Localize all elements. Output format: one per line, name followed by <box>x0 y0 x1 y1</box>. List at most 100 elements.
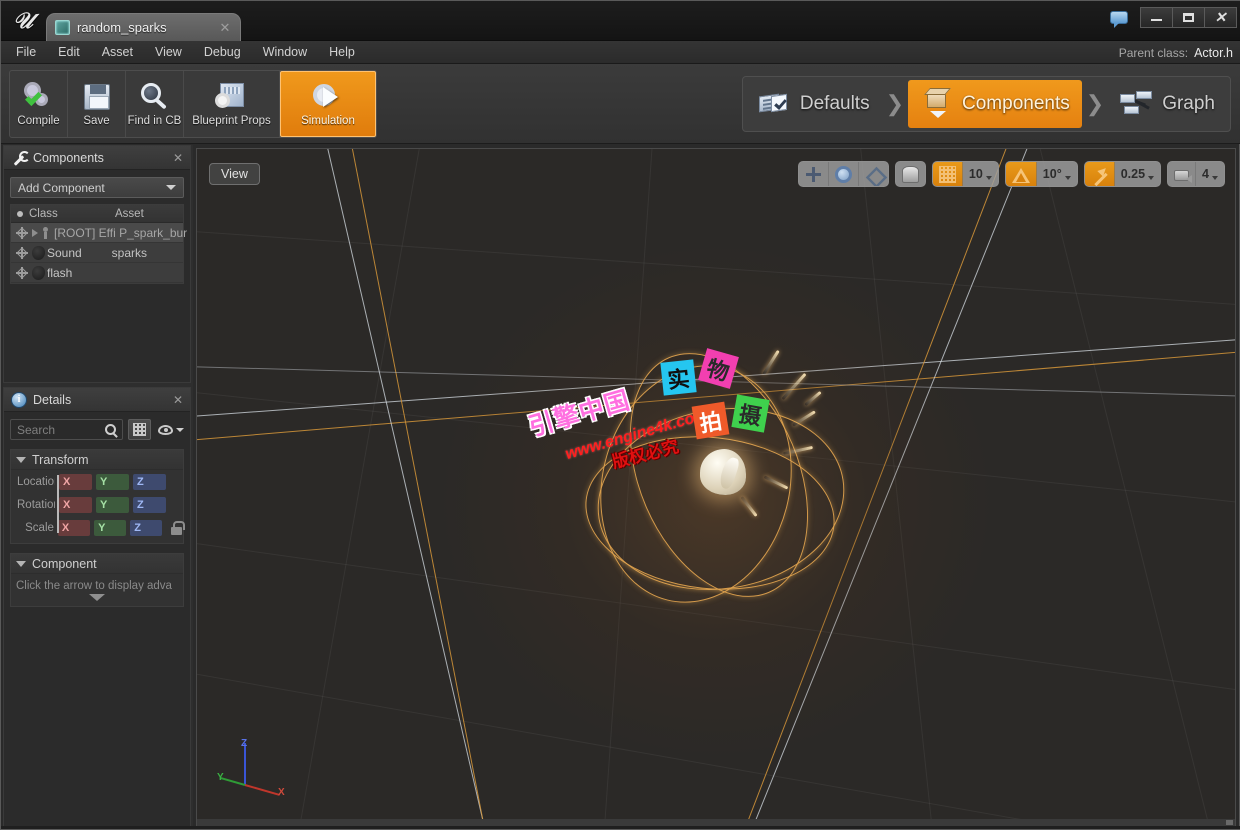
component-section-header[interactable]: Component <box>11 554 183 574</box>
column-header-class[interactable]: Class <box>29 208 115 220</box>
viewport-3d-canvas[interactable]: 引擎中国 www.engine4k.com 版权必究 实 物 拍 摄 Z X Y <box>197 149 1235 826</box>
document-tab-label: random_sparks <box>77 20 167 35</box>
floppy-disk-icon <box>80 81 114 113</box>
wrench-icon <box>11 150 30 166</box>
menu-view[interactable]: View <box>144 41 193 64</box>
compile-button[interactable]: Compile <box>10 71 68 137</box>
mode-components-label: Components <box>962 93 1070 114</box>
sound-component-icon <box>32 245 45 260</box>
add-component-dropdown[interactable]: Add Component <box>10 177 184 198</box>
transform-tool-group <box>797 161 889 187</box>
scale-y-input[interactable]: Y <box>94 519 127 536</box>
axis-label-y: Y <box>217 772 224 783</box>
parent-class-value[interactable]: Actor.h <box>1194 46 1233 60</box>
minimize-button[interactable] <box>1140 6 1173 28</box>
menu-debug[interactable]: Debug <box>193 41 252 64</box>
scale-lock-icon[interactable] <box>169 520 185 535</box>
coordinate-space-button[interactable] <box>896 162 925 186</box>
menu-help[interactable]: Help <box>318 41 366 64</box>
component-section-label: Component <box>32 556 97 571</box>
grid-snap-value-dropdown[interactable]: 10 <box>963 162 998 186</box>
location-z-input[interactable]: Z <box>133 473 166 490</box>
camera-speed-button[interactable] <box>1168 162 1197 186</box>
camera-speed-value-dropdown[interactable]: 4 <box>1196 162 1224 186</box>
scale-x-input[interactable]: X <box>57 519 91 536</box>
details-grid-view-button[interactable] <box>128 419 151 440</box>
maximize-button[interactable] <box>1172 6 1205 28</box>
compile-button-label: Compile <box>17 115 60 127</box>
viewport-view-menu-button[interactable]: View <box>209 163 260 185</box>
document-tab-random-sparks[interactable]: random_sparks ✕ <box>46 13 241 41</box>
toolbar-button-group: Compile Save Find in CB Blueprint Props <box>9 70 377 138</box>
viewport-horizontal-scrollbar[interactable] <box>197 819 1235 826</box>
angle-snap-icon <box>1011 167 1030 183</box>
simulation-play-icon <box>311 81 345 113</box>
scale-tool-button[interactable] <box>859 162 888 186</box>
scale-label: Scale <box>25 521 54 534</box>
blueprint-properties-icon <box>214 81 249 113</box>
viewport[interactable]: 引擎中国 www.engine4k.com 版权必究 实 物 拍 摄 Z X Y… <box>196 148 1236 827</box>
move-handle-icon[interactable] <box>15 226 29 240</box>
show-advanced-button[interactable] <box>11 594 183 606</box>
eye-icon <box>158 424 173 435</box>
column-header-asset[interactable]: Asset <box>115 208 144 220</box>
table-row[interactable]: flash <box>11 263 183 283</box>
scale-snap-value-dropdown[interactable]: 0.25 <box>1115 162 1160 186</box>
window-controls: ✕ <box>1106 5 1237 29</box>
location-y-input[interactable]: Y <box>96 473 129 490</box>
angle-snap-value-dropdown[interactable]: 10° <box>1037 162 1077 186</box>
mode-separator-2: ❯ <box>1085 91 1105 116</box>
mode-graph[interactable]: Graph <box>1108 80 1227 128</box>
move-handle-icon[interactable] <box>15 266 29 280</box>
chevron-down-icon <box>166 185 176 190</box>
camera-speed-group: 4 <box>1167 161 1225 187</box>
world-space-icon <box>901 165 919 183</box>
save-button[interactable]: Save <box>68 71 126 137</box>
transform-section-header[interactable]: Transform <box>11 450 183 470</box>
scale-z-input[interactable]: Z <box>130 519 163 536</box>
rotation-y-input[interactable]: Y <box>96 496 129 513</box>
angle-snap-toggle[interactable] <box>1005 162 1037 186</box>
transform-section-label: Transform <box>32 452 89 467</box>
search-input[interactable]: Search <box>10 419 123 440</box>
mode-components[interactable]: Components <box>908 80 1082 128</box>
menu-file[interactable]: File <box>5 41 47 64</box>
transform-row-rotation: Rotation X Y Z <box>11 493 183 516</box>
simulation-button[interactable]: Simulation <box>280 71 376 137</box>
grid-snap-icon <box>938 165 956 183</box>
find-in-content-browser-button[interactable]: Find in CB <box>126 71 184 137</box>
details-panel-header: i Details ✕ <box>4 388 190 412</box>
components-panel-close-icon[interactable]: ✕ <box>173 151 183 165</box>
rotation-z-input[interactable]: Z <box>133 496 166 513</box>
document-tab-close-icon[interactable]: ✕ <box>218 20 232 36</box>
axis-label-x: X <box>278 787 285 798</box>
menu-window[interactable]: Window <box>252 41 318 64</box>
grid-snap-group: 10 <box>931 161 999 187</box>
menu-asset[interactable]: Asset <box>91 41 144 64</box>
table-row[interactable]: [ROOT] Effi P_spark_bur <box>11 223 187 243</box>
rotation-x-input[interactable]: X <box>59 496 92 513</box>
expand-arrow-icon[interactable] <box>32 228 38 237</box>
particle-effect-mesh <box>694 443 756 509</box>
grid-snap-toggle[interactable] <box>932 162 963 186</box>
menu-edit[interactable]: Edit <box>47 41 91 64</box>
rotate-tool-button[interactable] <box>829 162 859 186</box>
blueprint-props-button[interactable]: Blueprint Props <box>184 71 280 137</box>
socket-icon <box>41 226 50 239</box>
component-asset: sparks <box>111 245 147 260</box>
rotation-label: Rotation <box>17 498 55 511</box>
status-bar <box>1 826 1240 829</box>
close-button[interactable]: ✕ <box>1204 6 1237 28</box>
scale-snap-toggle[interactable] <box>1084 162 1115 186</box>
mode-defaults[interactable]: Defaults <box>746 80 882 128</box>
save-button-label: Save <box>83 115 110 127</box>
transform-row-location: Location X Y Z <box>11 470 183 493</box>
location-x-input[interactable]: X <box>59 473 92 490</box>
move-handle-icon[interactable] <box>15 246 29 260</box>
table-row[interactable]: Sound sparks <box>11 243 183 263</box>
details-panel-close-icon[interactable]: ✕ <box>173 393 183 407</box>
feedback-chat-icon[interactable] <box>1106 6 1132 28</box>
translate-tool-button[interactable] <box>799 162 829 186</box>
details-visibility-filter-button[interactable] <box>156 424 184 435</box>
particle-component-icon <box>32 265 45 280</box>
